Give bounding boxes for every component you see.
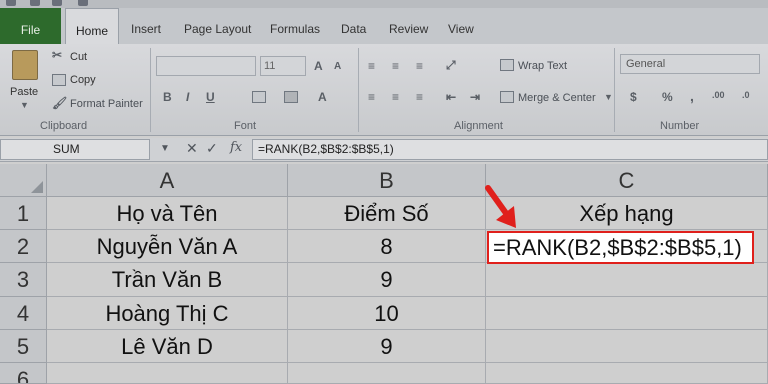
align-middle-icon[interactable]: ≡: [392, 59, 399, 73]
cell-b6[interactable]: [288, 363, 486, 384]
formula-bar: SUM ▼ ✕ ✓ fx =RANK(B2,$B$2:$B$5,1): [0, 138, 768, 162]
cell-b2[interactable]: 8: [288, 230, 486, 263]
name-box[interactable]: SUM: [0, 139, 150, 160]
divider: [150, 48, 151, 132]
increase-indent-icon[interactable]: ⇥: [470, 90, 480, 104]
column-header-c[interactable]: C: [486, 164, 768, 197]
ribbon-home: Paste ▼ ✂ Cut Copy 🖌 Format Painter Clip…: [0, 44, 768, 136]
cell-b4[interactable]: 10: [288, 297, 486, 330]
cell-a1[interactable]: Họ và Tên: [47, 197, 288, 230]
row-header-6[interactable]: 6: [0, 363, 47, 384]
italic-icon[interactable]: I: [186, 90, 189, 104]
scissors-icon: ✂: [52, 48, 63, 62]
tab-review[interactable]: Review: [389, 22, 428, 36]
tab-view[interactable]: View: [448, 22, 474, 36]
merge-center-button[interactable]: Merge & Center: [518, 92, 596, 104]
decrease-decimal-icon[interactable]: .0: [742, 90, 750, 100]
cell-c4[interactable]: [486, 297, 768, 330]
row-header-2[interactable]: 2: [0, 230, 47, 263]
cell-a5[interactable]: Lê Văn D: [47, 330, 288, 363]
clipboard-group-label: Clipboard: [40, 120, 88, 132]
tab-home[interactable]: Home: [65, 8, 119, 46]
chevron-down-icon[interactable]: ▼: [604, 92, 613, 102]
annotation-arrow-icon: [485, 185, 516, 228]
format-painter-button[interactable]: Format Painter: [70, 98, 143, 110]
cell-b3[interactable]: 9: [288, 263, 486, 297]
row-header-3[interactable]: 3: [0, 263, 47, 297]
borders-icon[interactable]: [252, 91, 266, 103]
cell-a3[interactable]: Trần Văn B: [47, 263, 288, 297]
cell-b1[interactable]: Điểm Số: [288, 197, 486, 230]
worksheet-grid: A B C 1 Họ và Tên Điểm Số Xếp hạng 2 Ngu…: [0, 164, 768, 384]
select-all-button[interactable]: [0, 164, 47, 197]
cell-a2[interactable]: Nguyễn Văn A: [47, 230, 288, 263]
percent-icon[interactable]: %: [662, 90, 673, 104]
cancel-icon[interactable]: ✕: [186, 140, 198, 157]
row-header-5[interactable]: 5: [0, 330, 47, 363]
font-name-combo[interactable]: [156, 56, 256, 76]
insert-function-icon[interactable]: fx: [230, 140, 242, 155]
formula-input[interactable]: =RANK(B2,$B$2:$B$5,1): [252, 139, 768, 160]
copy-button[interactable]: Copy: [70, 74, 96, 86]
align-bottom-icon[interactable]: ≡: [416, 59, 423, 73]
font-size-combo[interactable]: 11: [260, 56, 306, 76]
orientation-icon[interactable]: ⤢: [446, 58, 456, 73]
underline-icon[interactable]: U: [206, 90, 215, 104]
excel-app-icon: [6, 0, 16, 6]
decrease-indent-icon[interactable]: ⇤: [446, 90, 456, 104]
row-header-1[interactable]: 1: [0, 197, 47, 230]
number-group-label: Number: [660, 120, 700, 132]
number-format-combo[interactable]: General: [620, 54, 760, 74]
divider: [614, 48, 615, 132]
cell-a4[interactable]: Hoàng Thị C: [47, 297, 288, 330]
tab-data[interactable]: Data: [341, 22, 366, 36]
align-right-icon[interactable]: ≡: [416, 90, 423, 104]
cell-c3[interactable]: [486, 263, 768, 297]
font-color-icon[interactable]: A: [318, 90, 327, 104]
quick-access-toolbar: [0, 0, 768, 8]
column-header-a[interactable]: A: [47, 164, 288, 197]
wrap-text-button[interactable]: Wrap Text: [518, 60, 567, 72]
tab-file[interactable]: File: [0, 8, 61, 44]
row-header-4[interactable]: 4: [0, 297, 47, 330]
tab-page-layout[interactable]: Page Layout: [184, 22, 251, 36]
chevron-down-icon[interactable]: ▼: [20, 100, 29, 110]
paste-icon[interactable]: [12, 50, 38, 80]
tab-insert[interactable]: Insert: [131, 22, 161, 36]
cell-b5[interactable]: 9: [288, 330, 486, 363]
undo-icon[interactable]: [52, 0, 62, 6]
paste-button[interactable]: Paste: [10, 86, 38, 98]
increase-decimal-icon[interactable]: .00: [712, 90, 725, 100]
divider: [358, 48, 359, 132]
chevron-down-icon[interactable]: ▼: [160, 143, 170, 154]
grow-font-icon[interactable]: A: [314, 59, 323, 73]
bold-icon[interactable]: B: [163, 90, 172, 104]
align-left-icon[interactable]: ≡: [368, 90, 375, 104]
redo-icon[interactable]: [78, 0, 88, 6]
wrap-text-icon: [500, 59, 514, 71]
font-group-label: Font: [234, 120, 257, 132]
brush-icon: 🖌: [52, 96, 68, 110]
alignment-group-label: Alignment: [454, 120, 503, 132]
shrink-font-icon[interactable]: A: [334, 61, 341, 72]
active-cell-editor[interactable]: =RANK(B2,$B$2:$B$5,1): [487, 231, 754, 264]
comma-style-icon[interactable]: ,: [690, 88, 694, 104]
cell-c1[interactable]: Xếp hạng: [486, 197, 768, 230]
enter-icon[interactable]: ✓: [206, 140, 218, 157]
cell-a6[interactable]: [47, 363, 288, 384]
cell-c5[interactable]: [486, 330, 768, 363]
cut-button[interactable]: Cut: [70, 51, 87, 63]
merge-center-icon: [500, 91, 514, 103]
copy-icon: [52, 74, 66, 86]
cell-c6[interactable]: [486, 363, 768, 384]
column-header-b[interactable]: B: [288, 164, 486, 197]
save-icon[interactable]: [30, 0, 40, 6]
tab-formulas[interactable]: Formulas: [270, 22, 320, 36]
fill-color-icon[interactable]: [284, 91, 298, 103]
align-center-icon[interactable]: ≡: [392, 90, 399, 104]
currency-icon[interactable]: $: [630, 90, 637, 104]
align-top-icon[interactable]: ≡: [368, 59, 375, 73]
